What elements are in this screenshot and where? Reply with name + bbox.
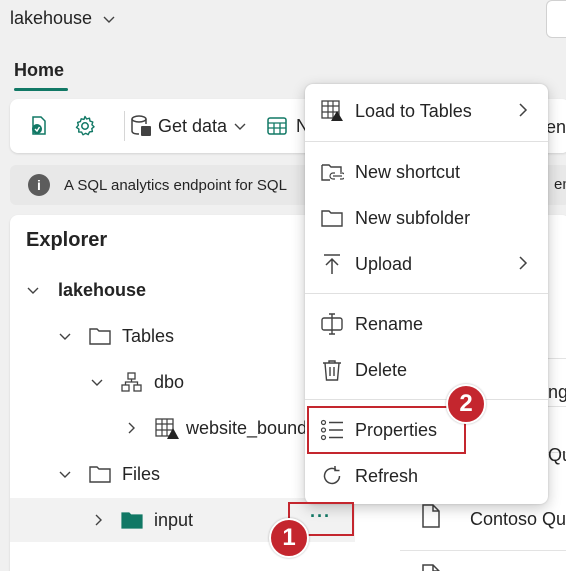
step-badge-2: 2 — [446, 384, 486, 424]
menu-item-new-shortcut[interactable]: New shortcut — [305, 149, 548, 195]
folder-icon — [88, 463, 112, 490]
chevron-down-icon[interactable] — [25, 282, 41, 298]
file-icon — [420, 563, 442, 571]
chevron-down-icon — [103, 16, 115, 23]
tree-label-tables: Tables — [122, 325, 175, 346]
get-data-button[interactable]: Get data — [130, 113, 247, 139]
trash-icon — [319, 357, 345, 383]
folder-icon — [319, 205, 345, 231]
chevron-down-icon[interactable] — [57, 466, 73, 482]
refresh-icon — [319, 463, 345, 489]
menu-label: New shortcut — [355, 161, 461, 182]
schema-icon — [120, 371, 144, 398]
list-divider — [400, 550, 566, 551]
explorer-title: Explorer — [26, 229, 108, 251]
notebook-icon[interactable] — [26, 113, 52, 139]
search-box[interactable] — [546, 0, 566, 38]
rename-icon — [319, 311, 345, 337]
chevron-right-icon — [516, 255, 530, 276]
menu-separator — [305, 141, 548, 142]
chevron-down-icon[interactable] — [89, 374, 105, 390]
menu-item-refresh[interactable]: Refresh — [305, 453, 548, 499]
menu-item-load-to-tables[interactable]: Load to Tables — [305, 88, 548, 134]
table-load-icon — [319, 98, 345, 124]
upload-icon — [319, 251, 345, 277]
menu-label: Load to Tables — [355, 100, 472, 121]
chevron-right-icon[interactable] — [90, 512, 106, 528]
chevron-down-icon[interactable] — [57, 328, 73, 344]
info-text: A SQL analytics endpoint for SQL — [64, 176, 287, 194]
table-warning-icon — [154, 417, 180, 446]
settings-gear-icon[interactable] — [72, 113, 98, 139]
get-data-label: Get data — [158, 115, 228, 136]
menu-label: Rename — [355, 313, 424, 334]
table-icon — [267, 117, 287, 135]
menu-label: Delete — [355, 359, 408, 380]
folder-icon — [88, 325, 112, 352]
list-item[interactable]: Qu — [548, 445, 566, 466]
list-item[interactable]: ng_ — [548, 382, 566, 403]
step-badge-1: 1 — [269, 518, 309, 558]
tab-active-indicator — [14, 88, 68, 91]
chevron-down-icon — [234, 123, 246, 130]
workspace-name: lakehouse — [10, 8, 93, 28]
ribbon-right-label: en — [546, 117, 566, 137]
menu-label: Refresh — [355, 465, 419, 486]
top-bar: lakehouse — [0, 0, 566, 50]
folder-filled-icon — [120, 509, 144, 536]
menu-label: Upload — [355, 253, 413, 274]
info-icon: i — [28, 174, 50, 196]
ribbon-divider — [124, 111, 125, 141]
tree-label-input: input — [154, 509, 194, 530]
highlight-properties — [307, 406, 466, 454]
chevron-right-icon[interactable] — [123, 420, 139, 436]
database-icon — [131, 115, 151, 136]
tree-label-dbo: dbo — [154, 371, 185, 392]
menu-separator — [305, 293, 548, 294]
tab-home[interactable]: Home — [14, 60, 64, 81]
file-icon — [420, 503, 442, 534]
menu-item-upload[interactable]: Upload — [305, 241, 548, 287]
workspace-switcher[interactable]: lakehouse — [10, 8, 116, 29]
list-item[interactable]: Contoso Qu — [470, 509, 566, 530]
menu-item-new-subfolder[interactable]: New subfolder — [305, 195, 548, 241]
menu-item-delete[interactable]: Delete — [305, 347, 548, 393]
tree-label-files: Files — [122, 463, 161, 484]
folder-link-icon — [319, 159, 345, 185]
new-button[interactable]: N — [266, 113, 309, 139]
chevron-right-icon — [516, 102, 530, 123]
menu-label: New subfolder — [355, 207, 471, 228]
menu-separator — [305, 399, 548, 400]
tree-label-lakehouse: lakehouse — [58, 279, 147, 300]
tree-label-website-bound: website_bound — [186, 417, 308, 438]
menu-item-rename[interactable]: Rename — [305, 301, 548, 347]
